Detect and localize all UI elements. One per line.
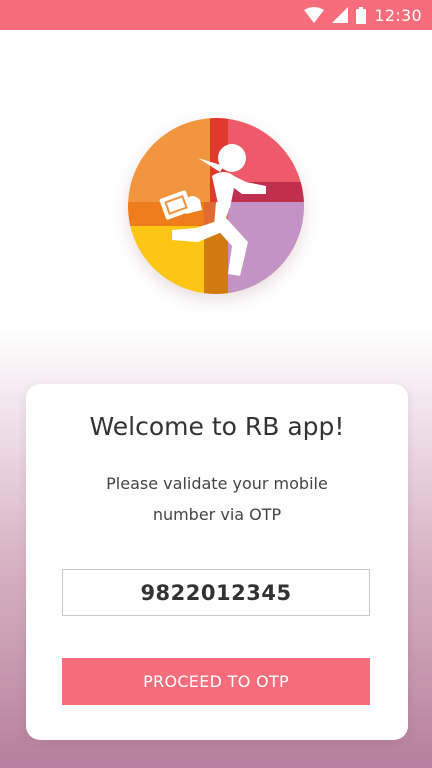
wifi-icon — [304, 7, 325, 23]
app-logo — [128, 118, 304, 294]
battery-icon — [356, 6, 367, 24]
welcome-card: Welcome to RB app! Please validate your … — [26, 384, 408, 740]
welcome-subtitle: Please validate your mobile number via O… — [106, 474, 328, 524]
running-businessman-icon — [128, 118, 304, 294]
signal-icon — [332, 7, 349, 23]
mobile-number-value: 9822012345 — [140, 580, 292, 605]
mobile-number-field[interactable]: 9822012345 — [62, 569, 370, 616]
status-time: 12:30 — [374, 5, 422, 25]
welcome-title: Welcome to RB app! — [89, 412, 345, 441]
proceed-button-label: PROCEED TO OTP — [143, 672, 289, 691]
proceed-to-otp-button[interactable]: PROCEED TO OTP — [62, 658, 370, 705]
status-bar: 12:30 — [0, 0, 432, 30]
